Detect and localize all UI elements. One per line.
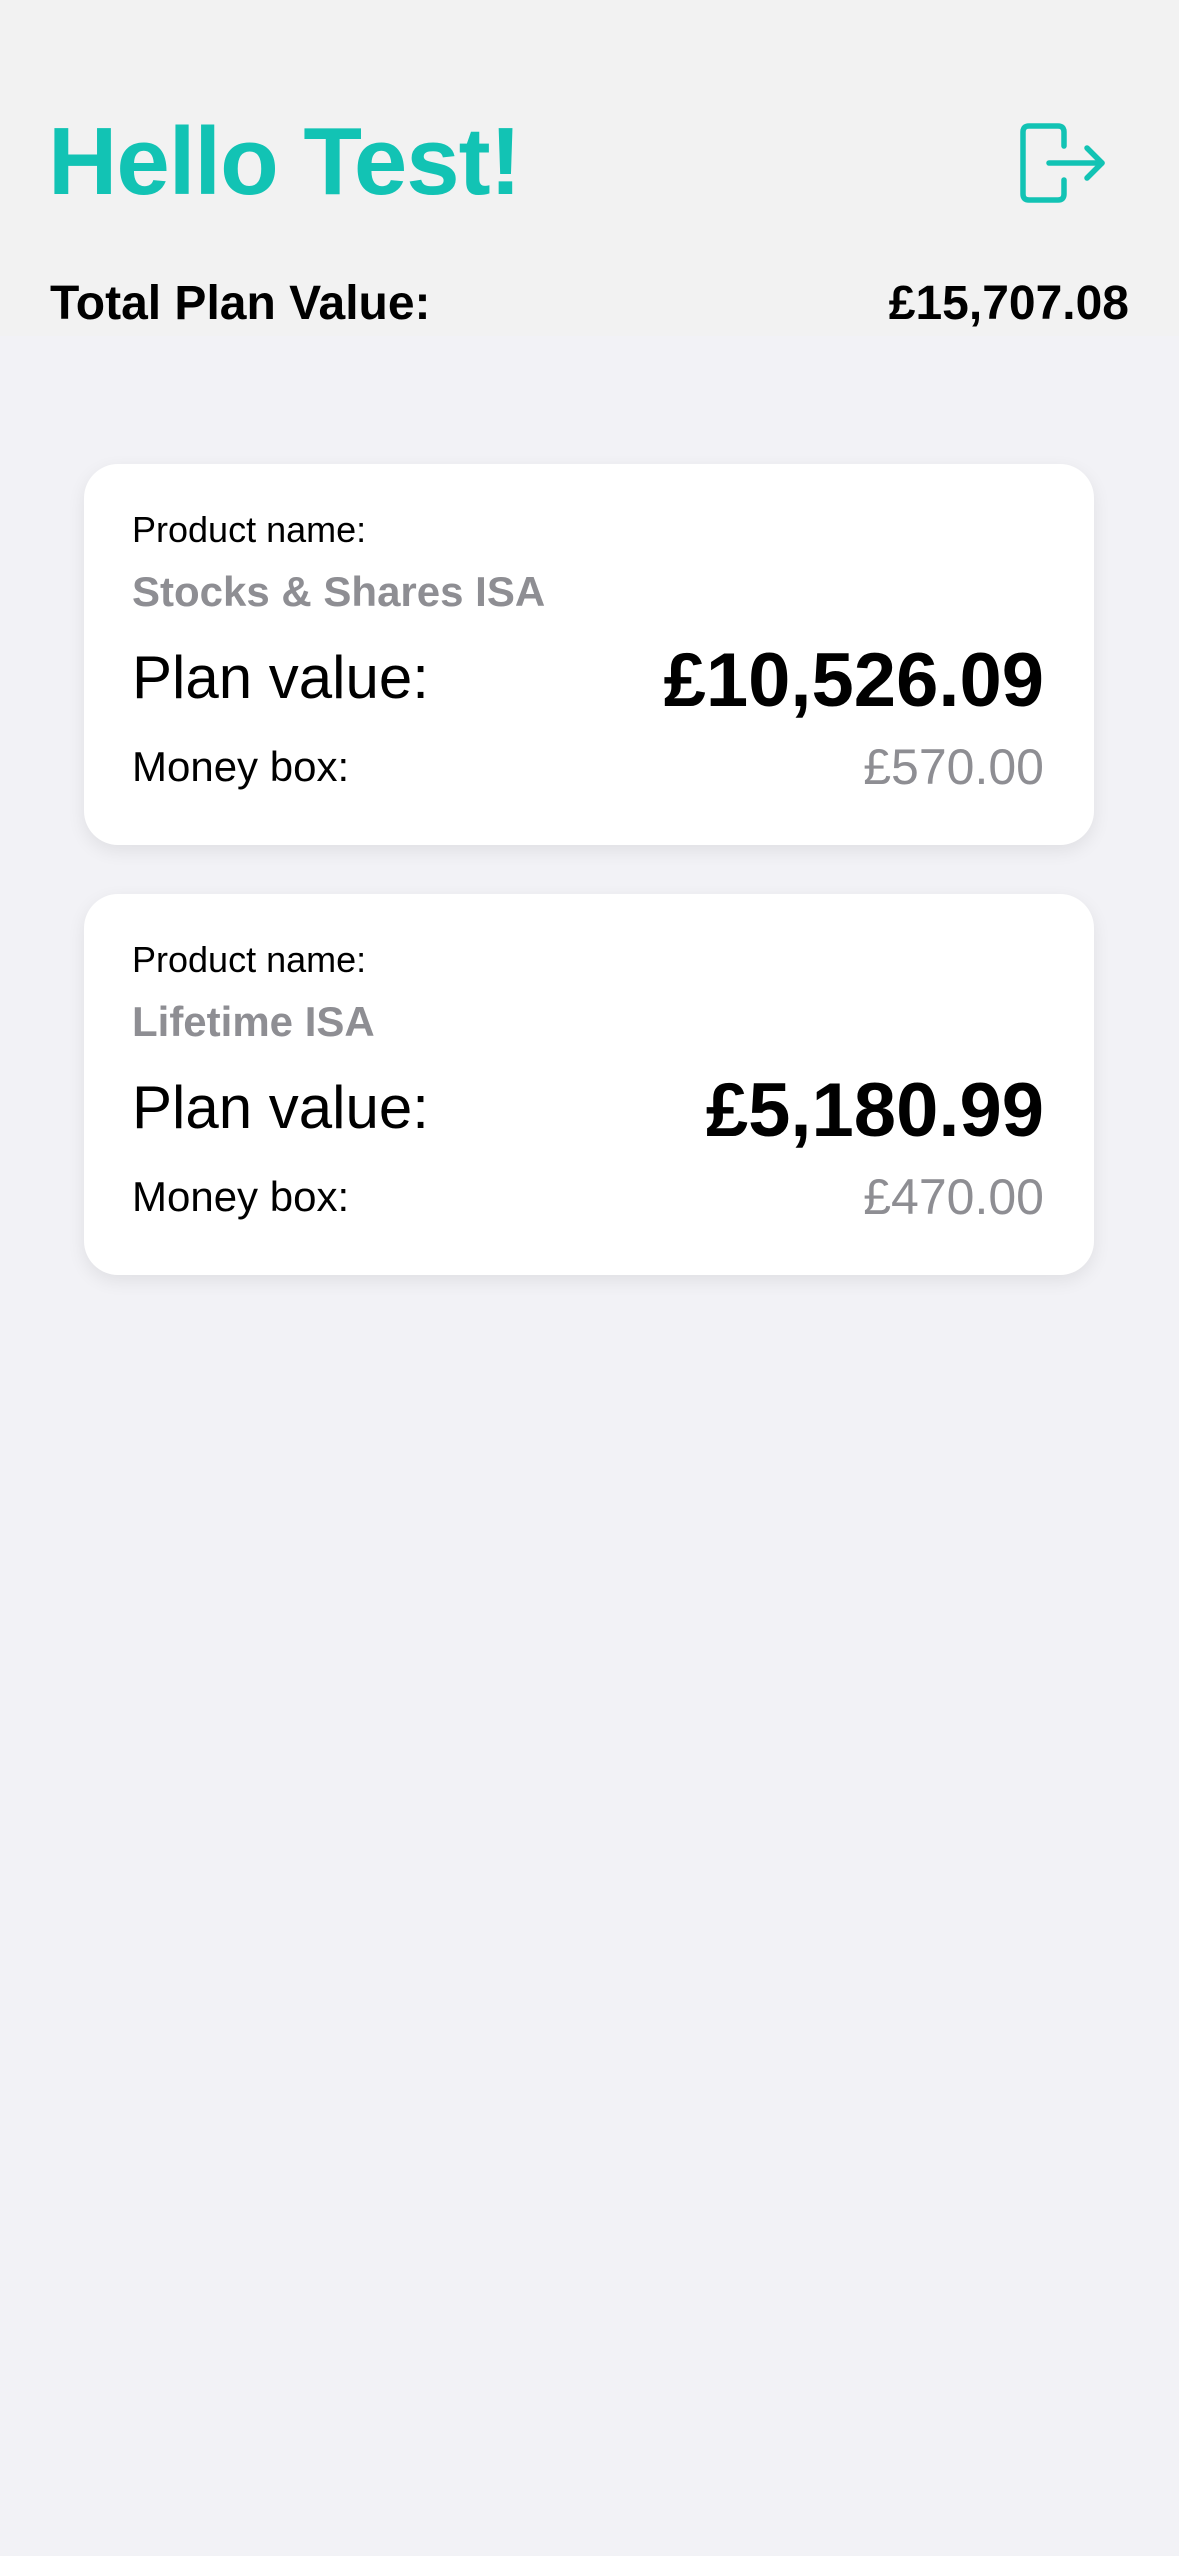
plan-card-lifetime-isa[interactable]: Product name: Lifetime ISA Plan value: £… [84,894,1094,1275]
logout-button[interactable] [1016,118,1112,208]
logout-icon [1020,123,1105,203]
total-plan-value: £15,707.08 [888,277,1129,330]
plan-value: £5,180.99 [705,1068,1044,1153]
total-plan-value-label: Total Plan Value: [50,277,431,330]
plan-card-stocks-shares-isa[interactable]: Product name: Stocks & Shares ISA Plan v… [84,464,1094,845]
money-box-label: Money box: [132,743,350,790]
product-name-label: Product name: [132,939,367,980]
greeting-title: Hello Test! [48,108,522,215]
product-name: Stocks & Shares ISA [132,568,546,615]
product-name-label: Product name: [132,509,367,550]
plan-value: £10,526.09 [663,638,1044,723]
money-box-value: £470.00 [863,1169,1044,1225]
money-box-label: Money box: [132,1173,350,1220]
plan-value-label: Plan value: [132,1074,429,1141]
header: Hello Test! Total Plan Value: £15,707.08 [0,0,1179,336]
money-box-value: £570.00 [863,739,1044,795]
plan-value-label: Plan value: [132,644,429,711]
product-name: Lifetime ISA [132,998,375,1045]
